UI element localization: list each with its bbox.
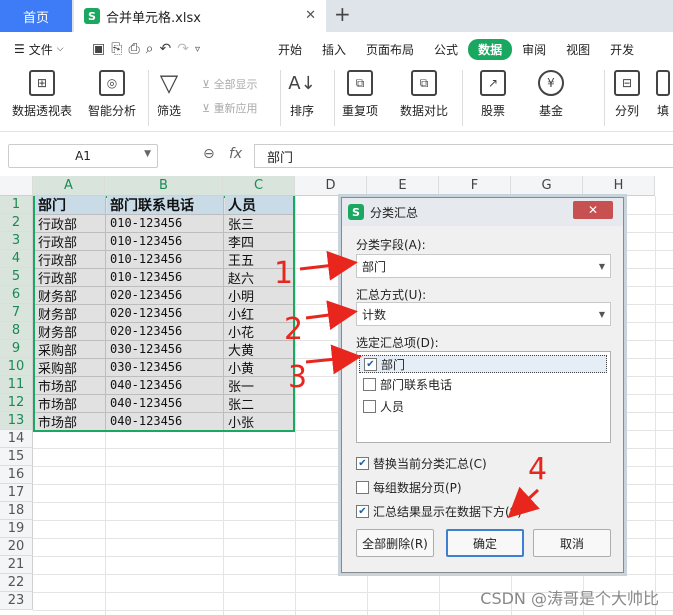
annotation-arrow-2 — [305, 300, 358, 330]
annotation-number-2: 2 — [284, 312, 304, 347]
watermark: CSDN @涛哥是个大帅比 — [480, 589, 659, 608]
annotation-arrow-1 — [299, 250, 358, 281]
annotation-number-1: 1 — [274, 256, 294, 291]
annotation-arrow-4 — [507, 486, 540, 519]
annotation-number-3: 3 — [288, 360, 308, 395]
annotation-arrows — [299, 250, 540, 519]
annotation-number-4: 4 — [528, 452, 548, 487]
annotation-arrow-3 — [305, 344, 362, 375]
